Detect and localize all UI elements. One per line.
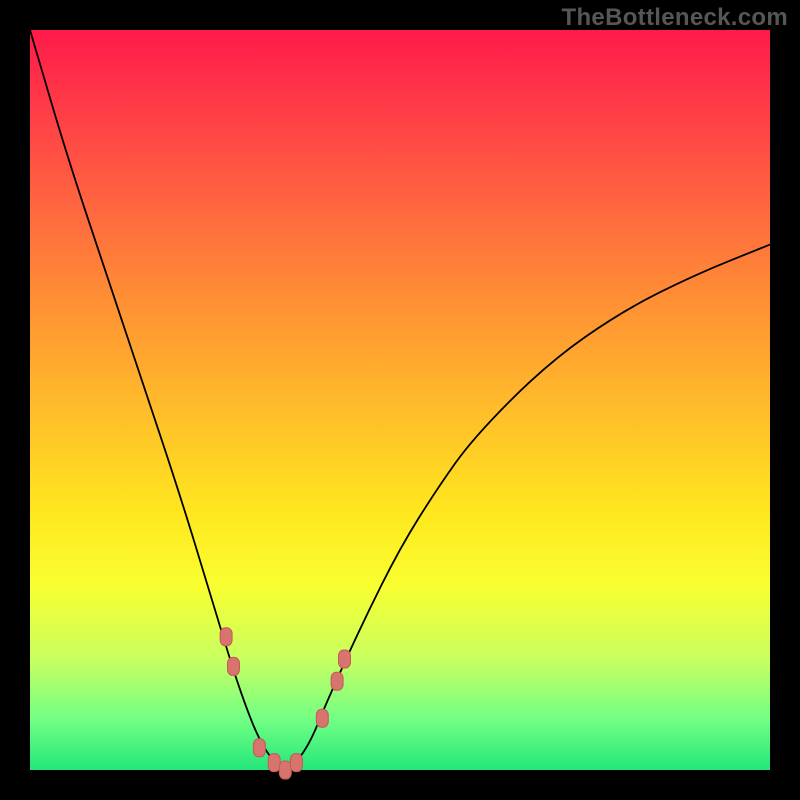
- curve-marker: [220, 628, 232, 646]
- curve-marker: [339, 650, 351, 668]
- app-window: TheBottleneck.com: [0, 0, 800, 800]
- watermark-text: TheBottleneck.com: [562, 4, 788, 32]
- curve-marker: [253, 739, 265, 757]
- bottleneck-curve-svg: [30, 30, 770, 770]
- curve-marker: [228, 657, 240, 675]
- bottleneck-curve: [30, 30, 770, 768]
- curve-marker: [268, 754, 280, 772]
- curve-marker: [290, 754, 302, 772]
- curve-marker: [331, 672, 343, 690]
- chart-area: [30, 30, 770, 770]
- curve-markers: [220, 628, 350, 779]
- curve-marker: [279, 761, 291, 779]
- curve-marker: [316, 709, 328, 727]
